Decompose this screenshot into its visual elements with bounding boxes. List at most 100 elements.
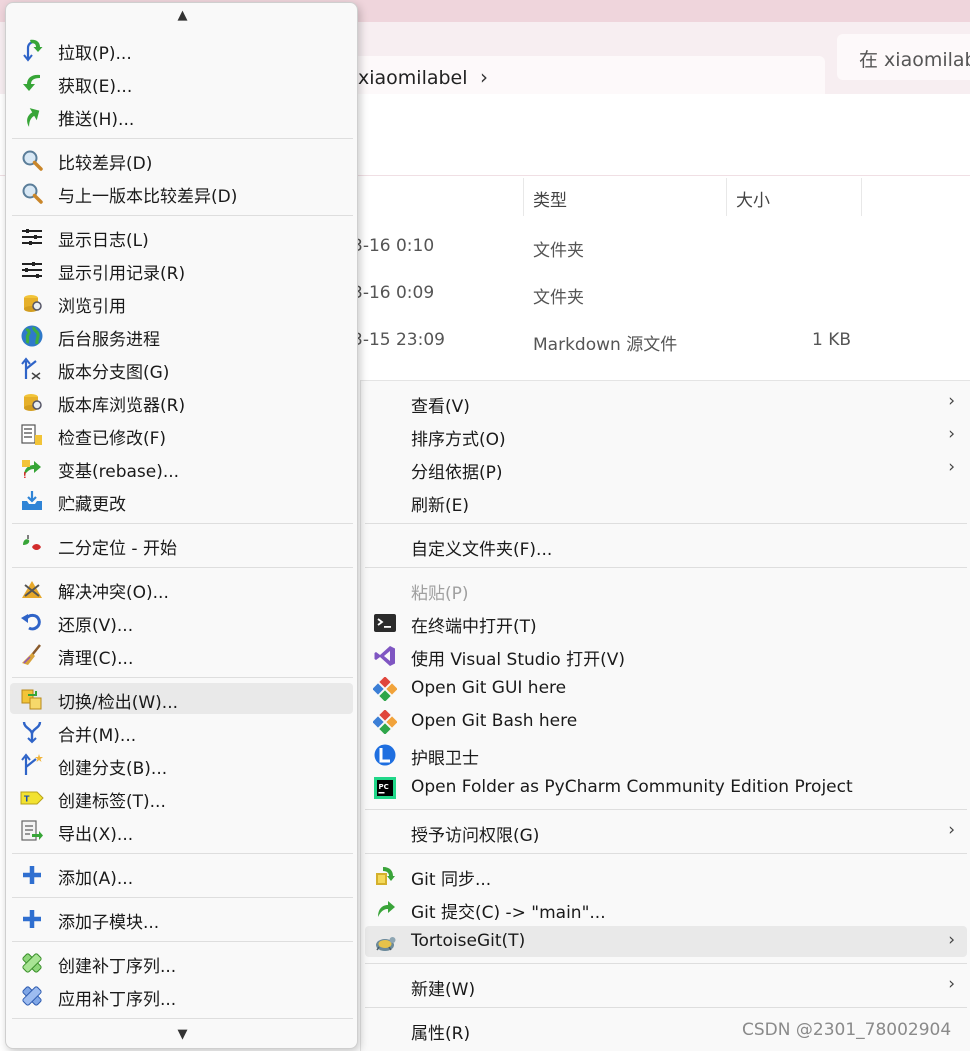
menu-item-create-tag[interactable]: T 创建标签(T)...	[10, 782, 353, 813]
menu-item-label: 排序方式(O)	[411, 430, 506, 450]
menu-separator	[12, 215, 353, 216]
column-header-size[interactable]: 大小	[736, 186, 770, 224]
create-tag-icon: T	[20, 791, 44, 805]
menu-separator	[365, 523, 967, 524]
file-row-type[interactable]: 文件夹	[533, 283, 584, 308]
menu-item-label: 创建补丁序列...	[58, 957, 177, 977]
menu-item-resolve-conflict[interactable]: 解决冲突(O)...	[10, 573, 353, 604]
menu-item-git-commit[interactable]: Git 提交(C) -> "main"...	[365, 893, 967, 924]
menu-separator	[12, 138, 353, 139]
menu-item-show-log[interactable]: 显示日志(L)	[10, 221, 353, 252]
menu-item-add-submodule[interactable]: 添加子模块...	[10, 903, 353, 934]
menu-item-revert[interactable]: 还原(V)...	[10, 606, 353, 637]
explorer-context-menu: 查看(V) › 排序方式(O) › 分组依据(P) › 刷新(E) 自定义文件夹…	[360, 380, 970, 1051]
fetch-icon	[23, 74, 40, 91]
menu-item-open-terminal[interactable]: 在终端中打开(T)	[365, 607, 967, 638]
scroll-up-icon[interactable]: ▲	[6, 8, 359, 23]
menu-item-label: 显示引用记录(R)	[58, 264, 186, 284]
menu-item-label: 二分定位 - 开始	[58, 539, 177, 559]
tortoisegit-submenu: ▲ 拉取(P)... 获取(E)... 推送(H)... 比较差异(D) 与上一…	[5, 2, 358, 1049]
menu-item-label: 版本分支图(G)	[58, 363, 170, 383]
menu-item-tortoisegit[interactable]: TortoiseGit(T) ›	[365, 926, 967, 957]
menu-item-label: 比较差异(D)	[58, 154, 153, 174]
breadcrumb-chevron-icon[interactable]: ›	[480, 65, 488, 89]
menu-item-diff[interactable]: 比较差异(D)	[10, 144, 353, 175]
pycharm-icon: PC	[374, 777, 396, 799]
file-row-type[interactable]: 文件夹	[533, 236, 584, 261]
menu-item-label: Open Git GUI here	[411, 678, 567, 698]
menu-item-revision-graph[interactable]: 版本分支图(G)	[10, 353, 353, 384]
menu-item-fetch[interactable]: 获取(E)...	[10, 67, 353, 98]
repo-browser-icon	[24, 394, 42, 411]
column-divider	[861, 178, 862, 216]
menu-item-label: 新建(W)	[411, 980, 476, 1000]
menu-item-refresh[interactable]: 刷新(E)	[365, 486, 967, 517]
menu-item-eye-guard[interactable]: 护眼卫士	[365, 739, 967, 770]
menu-item-label: 自定义文件夹(F)...	[411, 540, 553, 560]
menu-item-rebase[interactable]: ! 变基(rebase)...	[10, 452, 353, 483]
menu-separator	[12, 567, 353, 568]
menu-item-create-branch[interactable]: 创建分支(B)...	[10, 749, 353, 780]
column-header-type[interactable]: 类型	[533, 186, 567, 224]
file-row-type[interactable]: Markdown 源文件	[533, 330, 677, 355]
menu-item-new[interactable]: 新建(W) ›	[365, 970, 967, 1001]
menu-item-label: 授予访问权限(G)	[411, 826, 540, 846]
menu-item-daemon[interactable]: 后台服务进程	[10, 320, 353, 351]
menu-item-label: 浏览引用	[58, 297, 126, 317]
menu-item-pycharm[interactable]: PC Open Folder as PyCharm Community Edit…	[365, 772, 967, 803]
menu-item-label: 在终端中打开(T)	[411, 617, 537, 637]
menu-item-label: 使用 Visual Studio 打开(V)	[411, 650, 626, 670]
menu-item-export[interactable]: 导出(X)...	[10, 815, 353, 846]
git-commit-icon	[378, 901, 395, 917]
menu-item-switch-checkout[interactable]: 切换/检出(W)...	[10, 683, 353, 714]
menu-item-label: 切换/检出(W)...	[58, 693, 179, 713]
menu-item-customize-folder[interactable]: 自定义文件夹(F)...	[365, 530, 967, 561]
file-row-date[interactable]: 3-15 23:09	[352, 330, 445, 350]
create-branch-icon	[21, 753, 43, 775]
menu-separator	[12, 677, 353, 678]
menu-item-label: 刷新(E)	[411, 496, 470, 516]
menu-item-label: Git 提交(C) -> "main"...	[411, 903, 606, 923]
menu-item-cleanup[interactable]: 清理(C)...	[10, 639, 353, 670]
column-divider	[523, 178, 524, 216]
menu-item-push[interactable]: 推送(H)...	[10, 100, 353, 131]
search-box[interactable]: 在 xiaomilabel	[837, 34, 970, 80]
menu-item-browse-refs[interactable]: 浏览引用	[10, 287, 353, 318]
menu-item-pull[interactable]: 拉取(P)...	[10, 34, 353, 65]
breadcrumb-folder[interactable]: xiaomilabel	[358, 67, 468, 89]
terminal-icon	[374, 614, 396, 632]
file-row-date[interactable]: 3-16 0:09	[352, 283, 434, 303]
menu-item-stash[interactable]: 贮藏更改	[10, 485, 353, 516]
menu-item-create-patch[interactable]: 创建补丁序列...	[10, 947, 353, 978]
scroll-down-icon[interactable]: ▼	[6, 1027, 359, 1042]
menu-item-git-gui[interactable]: Open Git GUI here	[365, 673, 967, 704]
file-row-size[interactable]: 1 KB	[812, 330, 851, 350]
menu-item-label: 添加(A)...	[58, 869, 134, 889]
pull-icon	[23, 39, 43, 62]
menu-separator	[365, 963, 967, 964]
menu-item-diff-previous[interactable]: 与上一版本比较差异(D)	[10, 177, 353, 208]
menu-separator	[365, 853, 967, 854]
menu-item-sort-by[interactable]: 排序方式(O) ›	[365, 420, 967, 451]
menu-item-git-sync[interactable]: Git 同步...	[365, 860, 967, 891]
menu-item-open-visual-studio[interactable]: 使用 Visual Studio 打开(V)	[365, 640, 967, 671]
cleanup-broom-icon	[22, 644, 41, 665]
menu-item-bisect-start[interactable]: 二分定位 - 开始	[10, 529, 353, 560]
column-divider	[726, 178, 727, 216]
menu-item-repo-browser[interactable]: 版本库浏览器(R)	[10, 386, 353, 417]
eye-guard-icon	[374, 744, 396, 766]
menu-item-merge[interactable]: 合并(M)...	[10, 716, 353, 747]
menu-item-label: 拉取(P)...	[58, 44, 132, 64]
menu-item-git-bash[interactable]: Open Git Bash here	[365, 706, 967, 737]
menu-item-group-by[interactable]: 分组依据(P) ›	[365, 453, 967, 484]
file-row-date[interactable]: 3-16 0:10	[352, 236, 434, 256]
visual-studio-icon	[374, 646, 395, 666]
menu-item-grant-access[interactable]: 授予访问权限(G) ›	[365, 816, 967, 847]
menu-item-show-reflog[interactable]: 显示引用记录(R)	[10, 254, 353, 285]
menu-item-add[interactable]: 添加(A)...	[10, 859, 353, 890]
menu-item-apply-patch[interactable]: 应用补丁序列...	[10, 980, 353, 1011]
menu-item-view[interactable]: 查看(V) ›	[365, 387, 967, 418]
menu-separator	[12, 853, 353, 854]
menu-item-check-modifications[interactable]: 检查已修改(F)	[10, 419, 353, 450]
menu-item-label: Open Git Bash here	[411, 711, 578, 731]
